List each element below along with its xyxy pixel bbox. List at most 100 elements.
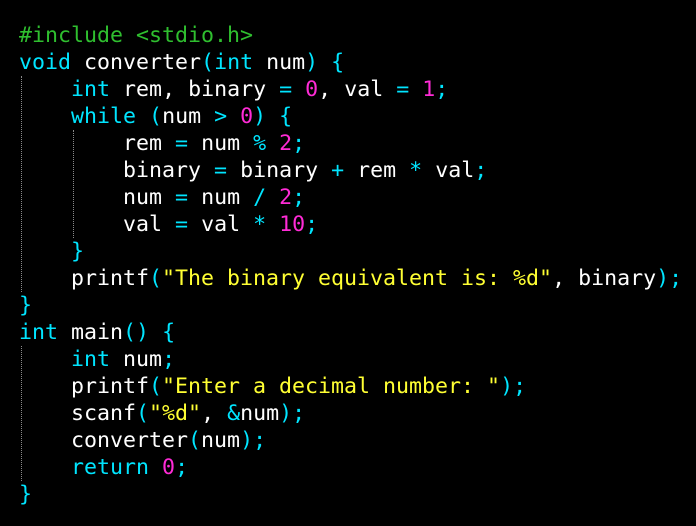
code-token-ws (227, 104, 240, 129)
code-line[interactable]: #include <stdio.h> (19, 22, 682, 49)
code-token-op: } (71, 239, 85, 264)
code-line[interactable]: scanf("%d", &num); (19, 400, 682, 427)
code-token-punct: , (201, 401, 215, 426)
code-token-op: ( (201, 50, 215, 75)
code-token-op: ) (240, 428, 254, 453)
code-token-op: & (227, 401, 241, 426)
code-token-number: 10 (279, 212, 306, 237)
code-token-ws (19, 347, 71, 372)
code-token-punct: , (318, 77, 332, 102)
code-line[interactable]: int num; (19, 346, 682, 373)
code-token-ws (331, 77, 344, 102)
code-token-ws (188, 185, 201, 210)
code-line[interactable]: while (num > 0) { (19, 103, 682, 130)
code-line[interactable]: } (19, 292, 682, 319)
code-token-op: ; (513, 374, 527, 399)
code-token-ws (201, 104, 214, 129)
code-token-op: ( (149, 104, 163, 129)
code-token-op: * (409, 158, 423, 183)
code-token-type: int (71, 347, 111, 372)
code-token-ident: num (201, 428, 241, 453)
code-token-ws (19, 185, 123, 210)
code-token-ws (565, 266, 578, 291)
code-token-ident: printf (71, 266, 150, 291)
code-line[interactable]: binary = binary + rem * val; (19, 157, 682, 184)
code-line[interactable]: } (19, 481, 682, 508)
code-line[interactable]: void converter(int num) { (19, 49, 682, 76)
code-token-op: / (253, 185, 267, 210)
code-line[interactable]: converter(num); (19, 427, 682, 454)
code-token-ws (344, 158, 357, 183)
code-token-ws (19, 455, 71, 480)
code-token-ws (19, 374, 71, 399)
code-token-op: ; (292, 401, 306, 426)
code-token-op: ; (305, 212, 319, 237)
code-token-op: ) (305, 50, 319, 75)
code-line[interactable]: printf("Enter a decimal number: "); (19, 373, 682, 400)
code-token-ident: rem (123, 131, 163, 156)
code-token-ident: converter (71, 428, 189, 453)
code-token-ident: num (123, 185, 163, 210)
code-token-ws (71, 50, 84, 75)
code-token-ws (19, 131, 123, 156)
code-token-op: % (253, 131, 267, 156)
code-token-number: 1 (422, 77, 436, 102)
code-token-ws (19, 428, 71, 453)
code-token-ws (162, 185, 175, 210)
code-token-ws (162, 131, 175, 156)
code-token-op: = (214, 158, 228, 183)
code-token-ws (110, 77, 123, 102)
code-token-op: > (214, 104, 228, 129)
code-lines[interactable]: #include <stdio.h> void converter(int num… (19, 22, 682, 508)
code-token-ws (110, 347, 123, 372)
code-token-ident: binary (240, 158, 319, 183)
code-token-ident: val (123, 212, 163, 237)
code-token-ws (266, 131, 279, 156)
code-token-op: ( (149, 266, 163, 291)
code-token-keyword: return (71, 455, 150, 480)
code-token-ws (19, 212, 123, 237)
code-token-op: = (175, 131, 189, 156)
code-token-op: ; (292, 185, 306, 210)
code-token-ws (318, 158, 331, 183)
code-line[interactable]: int rem, binary = 0, val = 1; (19, 76, 682, 103)
code-token-ident: rem (123, 77, 163, 102)
code-line[interactable]: rem = num % 2; (19, 130, 682, 157)
code-token-ws (162, 212, 175, 237)
code-token-ws (149, 455, 162, 480)
code-line[interactable]: printf("The binary equivalent is: %d", b… (19, 265, 682, 292)
code-token-op: } (19, 293, 33, 318)
code-line[interactable]: } (19, 238, 682, 265)
code-token-op: * (253, 212, 267, 237)
code-token-ws (318, 50, 331, 75)
code-token-ws (240, 212, 253, 237)
code-token-op: ; (474, 158, 488, 183)
code-line[interactable]: val = val * 10; (19, 211, 682, 238)
code-token-ident: converter (84, 50, 202, 75)
code-token-ident: num (123, 347, 163, 372)
code-token-string: "%d" (149, 401, 202, 426)
code-token-ws (292, 77, 305, 102)
code-token-op: + (331, 158, 345, 183)
code-line[interactable]: return 0; (19, 454, 682, 481)
code-token-ws (266, 185, 279, 210)
code-token-ident: val (435, 158, 475, 183)
code-token-number: 0 (240, 104, 254, 129)
code-token-ident: binary (188, 77, 267, 102)
code-token-ident: num (240, 401, 280, 426)
code-line[interactable]: int main() { (19, 319, 682, 346)
code-line[interactable]: num = num / 2; (19, 184, 682, 211)
code-token-keyword: while (71, 104, 137, 129)
code-token-ws (175, 77, 188, 102)
code-token-ws (19, 77, 71, 102)
code-token-string: "Enter a decimal number: " (162, 374, 501, 399)
code-token-ident: printf (71, 374, 150, 399)
code-token-op: ) (656, 266, 670, 291)
code-token-op: ) (253, 104, 267, 129)
code-token-ws (201, 158, 214, 183)
code-token-op: ; (669, 266, 683, 291)
code-token-op: ; (162, 347, 176, 372)
code-editor[interactable]: #include <stdio.h> void converter(int num… (0, 0, 696, 526)
code-token-string: "The binary equivalent is: %d" (162, 266, 553, 291)
code-token-ident: rem (357, 158, 397, 183)
